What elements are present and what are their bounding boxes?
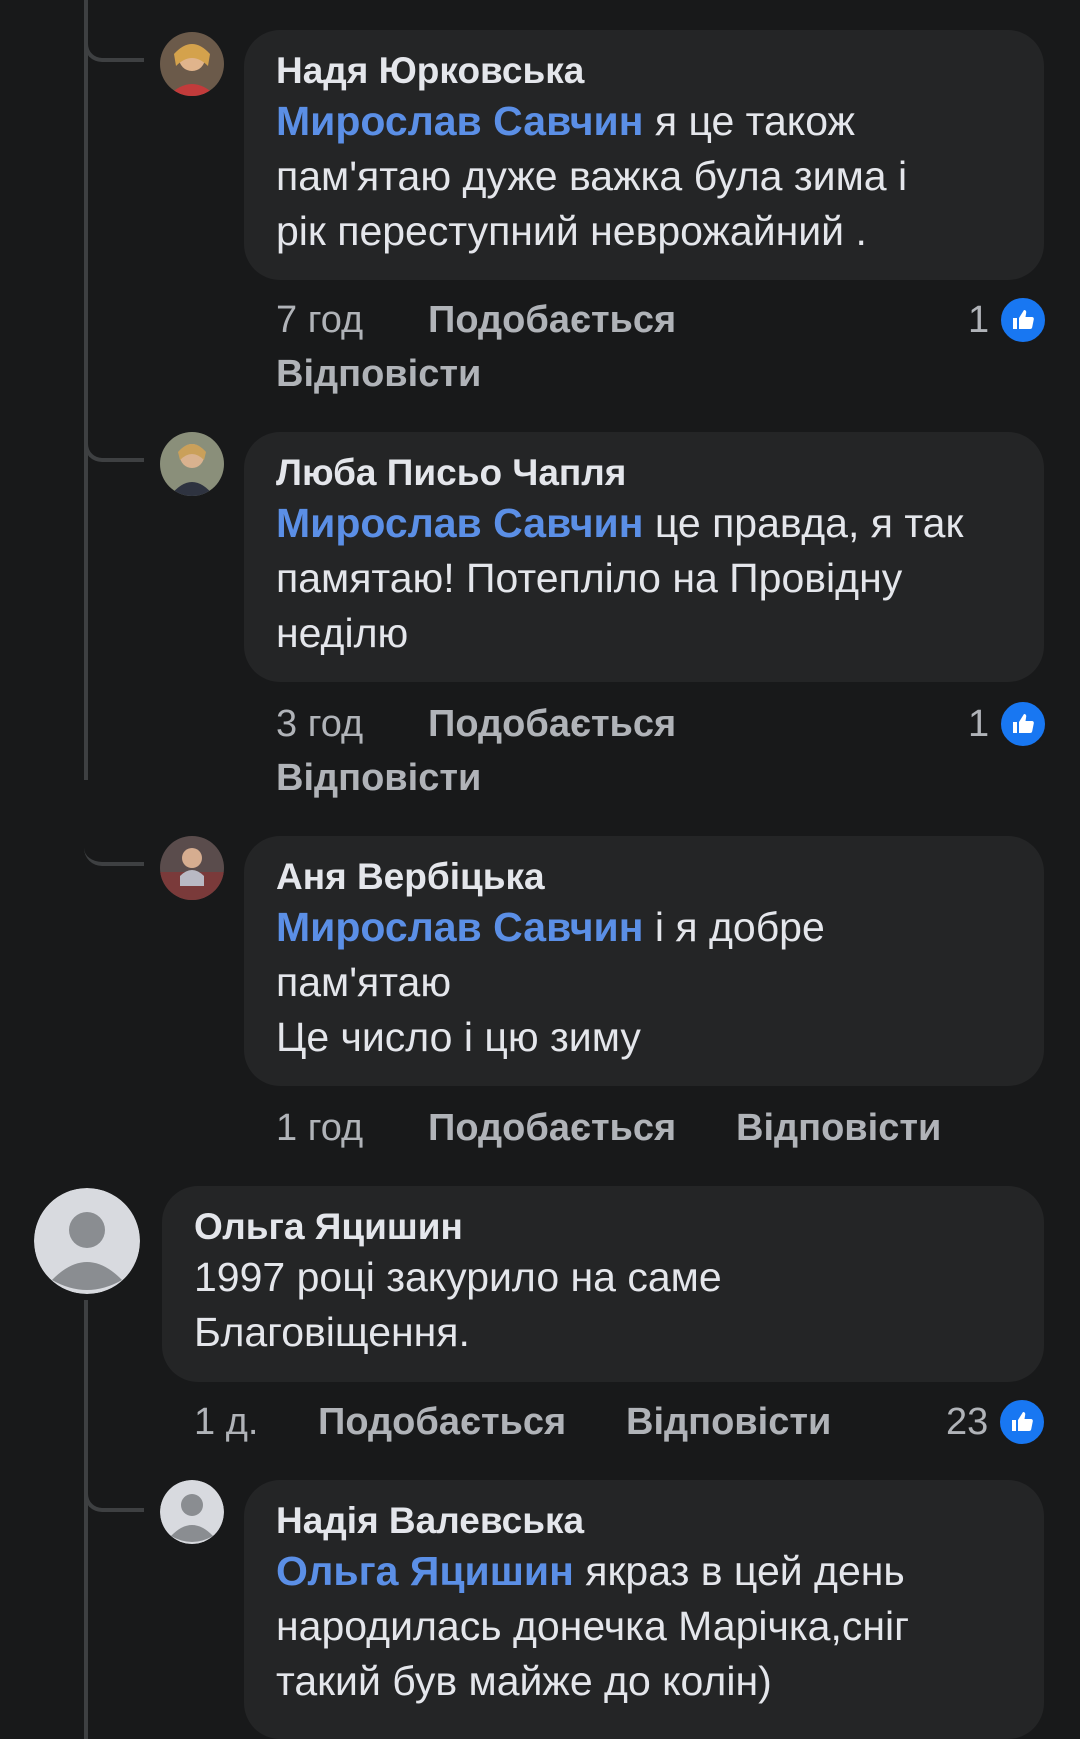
- avatar[interactable]: [160, 32, 224, 96]
- timestamp[interactable]: 1 д.: [194, 1396, 258, 1448]
- like-button[interactable]: Подобається: [428, 698, 676, 750]
- reaction-number: 1: [968, 298, 990, 341]
- reaction-count[interactable]: 23: [946, 1398, 1047, 1446]
- thread-elbow: [84, 390, 144, 462]
- mention-link[interactable]: Мирослав Савчин: [276, 500, 643, 546]
- like-button[interactable]: Подобається: [318, 1396, 566, 1448]
- reply-button[interactable]: Відповісти: [276, 752, 481, 804]
- avatar[interactable]: [34, 1188, 140, 1294]
- comment-author[interactable]: Аня Вербіцька: [276, 854, 1012, 900]
- mention-link[interactable]: Мирослав Савчин: [276, 904, 643, 950]
- avatar[interactable]: [160, 432, 224, 496]
- comment-bubble: Надія Валевська Ольга Яцишин якраз в цей…: [244, 1480, 1044, 1739]
- comment-author[interactable]: Ольга Яцишин: [194, 1204, 1012, 1250]
- comment-text: Ольга Яцишин якраз в цей день народилась…: [276, 1544, 1012, 1709]
- default-avatar-icon: [160, 1480, 224, 1544]
- default-avatar-icon: [34, 1188, 140, 1294]
- reply-button[interactable]: Відповісти: [276, 348, 481, 400]
- like-thumbs-up-icon: [999, 700, 1048, 748]
- comment-bubble: Аня Вербіцька Мирослав Савчин і я добре …: [244, 836, 1044, 1086]
- timestamp[interactable]: 7 год: [276, 294, 363, 346]
- reply-button[interactable]: Відповісти: [626, 1396, 831, 1448]
- mention-link[interactable]: Мирослав Савчин: [276, 98, 643, 144]
- reply-button[interactable]: Відповісти: [736, 1102, 941, 1154]
- comment-text: 1997 році закурило на саме Благовіщення.: [194, 1254, 722, 1355]
- timestamp[interactable]: 3 год: [276, 698, 363, 750]
- like-thumbs-up-icon: [998, 1398, 1047, 1446]
- comment-bubble: Люба Письо Чапля Мирослав Савчин це прав…: [244, 432, 1044, 682]
- thread-line-lower: [84, 1300, 88, 1739]
- reaction-count[interactable]: 1: [968, 296, 1048, 344]
- comment-author[interactable]: Надя Юрковська: [276, 48, 1012, 94]
- reaction-number: 1: [968, 702, 990, 745]
- avatar[interactable]: [160, 836, 224, 900]
- comment-text: Мирослав Савчин я це також пам'ятаю дуже…: [276, 94, 1012, 259]
- reaction-count[interactable]: 1: [968, 700, 1048, 748]
- reaction-number: 23: [946, 1400, 989, 1443]
- thread-elbow: [84, 790, 144, 866]
- thread-elbow: [84, 0, 144, 62]
- like-button[interactable]: Подобається: [428, 294, 676, 346]
- timestamp[interactable]: 1 год: [276, 1102, 363, 1154]
- comment-bubble: Надя Юрковська Мирослав Савчин я це тако…: [244, 30, 1044, 280]
- comment-bubble: Ольга Яцишин 1997 році закурило на саме …: [162, 1186, 1044, 1382]
- comment-author[interactable]: Люба Письо Чапля: [276, 450, 1012, 496]
- comment-text: Мирослав Савчин це правда, я так памятаю…: [276, 496, 1012, 661]
- avatar[interactable]: [160, 1480, 224, 1544]
- thread-elbow: [84, 1440, 144, 1512]
- comment-text: Мирослав Савчин і я добре пам'ятаю Це чи…: [276, 900, 1012, 1065]
- mention-link[interactable]: Ольга Яцишин: [276, 1548, 574, 1594]
- like-button[interactable]: Подобається: [428, 1102, 676, 1154]
- comment-author[interactable]: Надія Валевська: [276, 1498, 1012, 1544]
- like-thumbs-up-icon: [999, 296, 1048, 344]
